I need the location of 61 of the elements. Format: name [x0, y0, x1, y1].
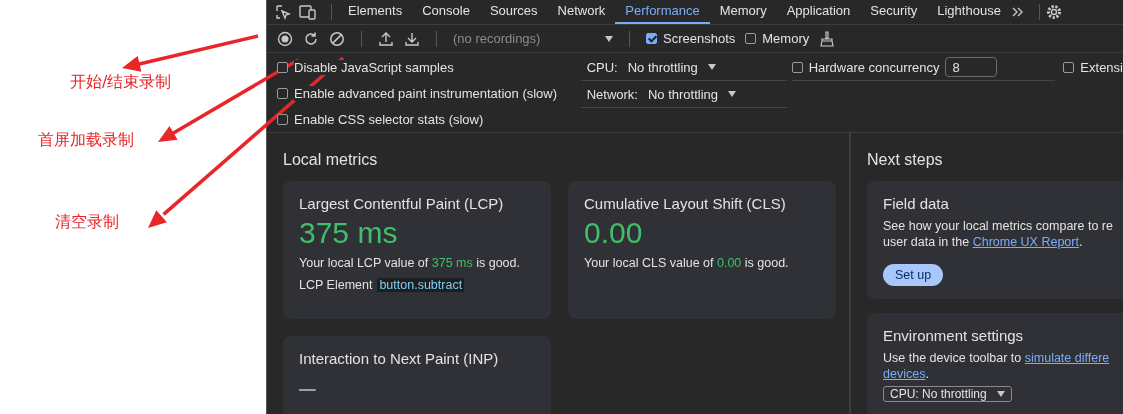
device-toolbar-icon[interactable] — [299, 4, 317, 20]
hardware-concurrency-field[interactable]: 8 — [945, 57, 998, 77]
panel-tab[interactable]: Network — [547, 0, 616, 24]
annotation-label: 首屏加载录制 — [38, 130, 134, 151]
panel-tab[interactable]: Console — [412, 0, 480, 24]
card-title: Environment settings — [883, 327, 1025, 344]
broom-icon[interactable] — [819, 30, 836, 47]
setting-checkbox[interactable] — [277, 61, 288, 73]
section-title: Local metrics — [283, 151, 379, 169]
network-throttling-dropdown[interactable]: No throttling — [647, 86, 737, 102]
panel-tab[interactable]: Sources — [479, 0, 548, 24]
metric-title: Interaction to Next Paint (INP) — [299, 350, 500, 367]
network-label: Network: — [586, 86, 638, 102]
metric-summary: Your local CLS value of 0.00 is good. — [584, 256, 790, 270]
memory-checkbox[interactable] — [745, 33, 757, 44]
metric-value: – — [299, 371, 317, 405]
card-text: See how your local metrics compare to re user data in the Chrome UX Report. — [883, 218, 1114, 250]
setting-checkbox[interactable] — [277, 113, 288, 125]
screenshots-label: Screenshots — [663, 31, 736, 46]
settings-icon[interactable] — [1045, 4, 1062, 20]
memory-label: Memory — [762, 31, 810, 46]
annotation-label: 清空录制 — [55, 212, 119, 233]
extension-label: Extensi — [1080, 59, 1123, 75]
panel-tab[interactable]: Lighthouse — [927, 0, 1011, 24]
cpu-dropdown[interactable]: CPU: No throttling — [883, 386, 1012, 402]
setting-label: Enable advanced paint instrumentation (slow) — [294, 85, 558, 101]
panel-tab[interactable]: Application — [776, 0, 861, 24]
more-tabs-icon[interactable] — [1010, 6, 1025, 18]
set-up-button[interactable]: Set up — [883, 264, 944, 286]
setting-checkbox[interactable] — [277, 87, 288, 99]
hardware-concurrency-label: Hardware concurrency — [808, 59, 940, 75]
cpu-throttling-dropdown[interactable]: No throttling — [627, 59, 716, 75]
screenshots-checkbox[interactable] — [646, 33, 657, 44]
annotation-label: 开始/结束录制 — [70, 72, 172, 93]
panel-tab[interactable]: Elements — [338, 0, 413, 24]
element-link[interactable]: button.subtract — [377, 278, 465, 292]
panel-tab[interactable]: Performance — [615, 0, 710, 24]
card-link[interactable]: simulate differe — [1024, 351, 1110, 365]
card-text: Use the device toolbar to simulate differe devices. — [883, 350, 1111, 382]
download-icon[interactable] — [404, 30, 420, 47]
hardware-concurrency-checkbox[interactable] — [791, 61, 803, 73]
metric-value: 375 ms — [299, 216, 399, 250]
card-title: Field data — [883, 195, 950, 212]
recordings-dropdown[interactable]: (no recordings) — [453, 31, 613, 46]
metric-value: 0.00 — [584, 216, 644, 250]
extension-checkbox[interactable] — [1063, 61, 1075, 73]
upload-icon[interactable] — [378, 30, 394, 47]
metric-title: Cumulative Layout Shift (CLS) — [584, 195, 787, 212]
card-link[interactable]: Chrome UX Report — [972, 235, 1079, 249]
metric-summary: Your local LCP value of 375 ms is good. — [299, 256, 521, 270]
panel-tab[interactable]: Security — [860, 0, 928, 24]
inspect-icon[interactable] — [275, 4, 291, 20]
element-label: LCP Element — [299, 278, 373, 292]
record-icon[interactable] — [277, 30, 293, 47]
metric-title: Largest Contentful Paint (LCP) — [299, 195, 505, 212]
panel-tab[interactable]: Memory — [709, 0, 777, 24]
setting-label: Disable JavaScript samples — [294, 59, 454, 75]
reload-icon[interactable] — [303, 30, 319, 47]
section-title: Next steps — [867, 151, 944, 169]
clear-icon[interactable] — [329, 30, 345, 47]
cpu-label: CPU: — [586, 59, 618, 75]
